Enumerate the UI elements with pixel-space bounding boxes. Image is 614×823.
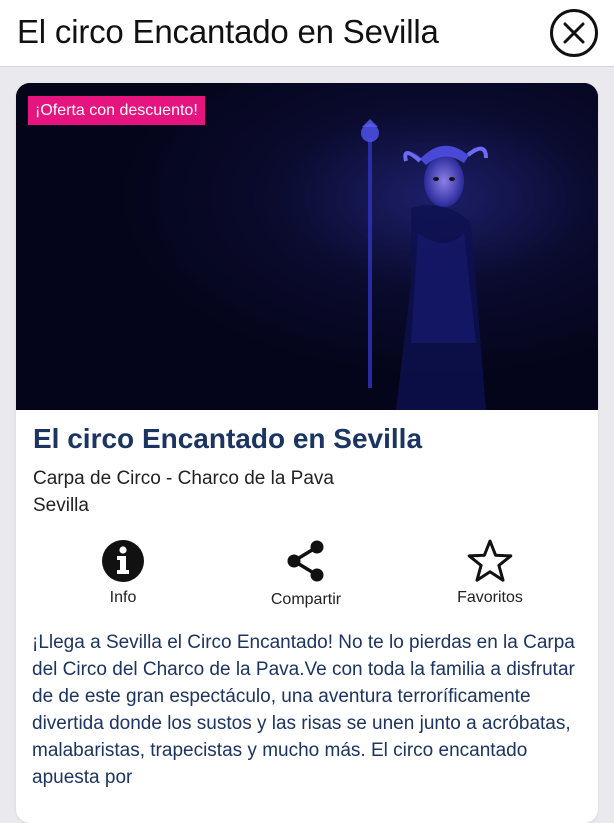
star-icon [467,539,513,582]
event-city: Sevilla [33,495,89,516]
share-label: Compartir [270,591,342,608]
page-title: El circo Encantado en Sevilla [17,13,439,50]
share-button[interactable]: Compartir [256,539,356,609]
info-icon [102,540,144,582]
event-title: El circo Encantado en Sevilla [33,423,423,454]
header-bar: El circo Encantado en Sevilla [0,0,614,67]
close-icon [563,22,585,44]
favorites-label: Favoritos [457,589,523,606]
favorites-button[interactable]: Favoritos [440,539,540,609]
info-button[interactable]: Info [73,539,173,609]
event-card: ¡Oferta con descuento! El circo Encantad… [16,83,598,823]
discount-badge: ¡Oferta con descuento! [28,96,205,125]
share-icon [287,540,324,582]
close-button[interactable] [550,9,598,57]
event-image[interactable]: ¡Oferta con descuento! [16,83,598,410]
performer-image [16,83,598,410]
event-venue: Carpa de Circo - Charco de la Pava [33,468,334,489]
event-description: ¡Llega a Sevilla el Circo Encantado! No … [32,632,575,788]
info-label: Info [109,589,137,606]
